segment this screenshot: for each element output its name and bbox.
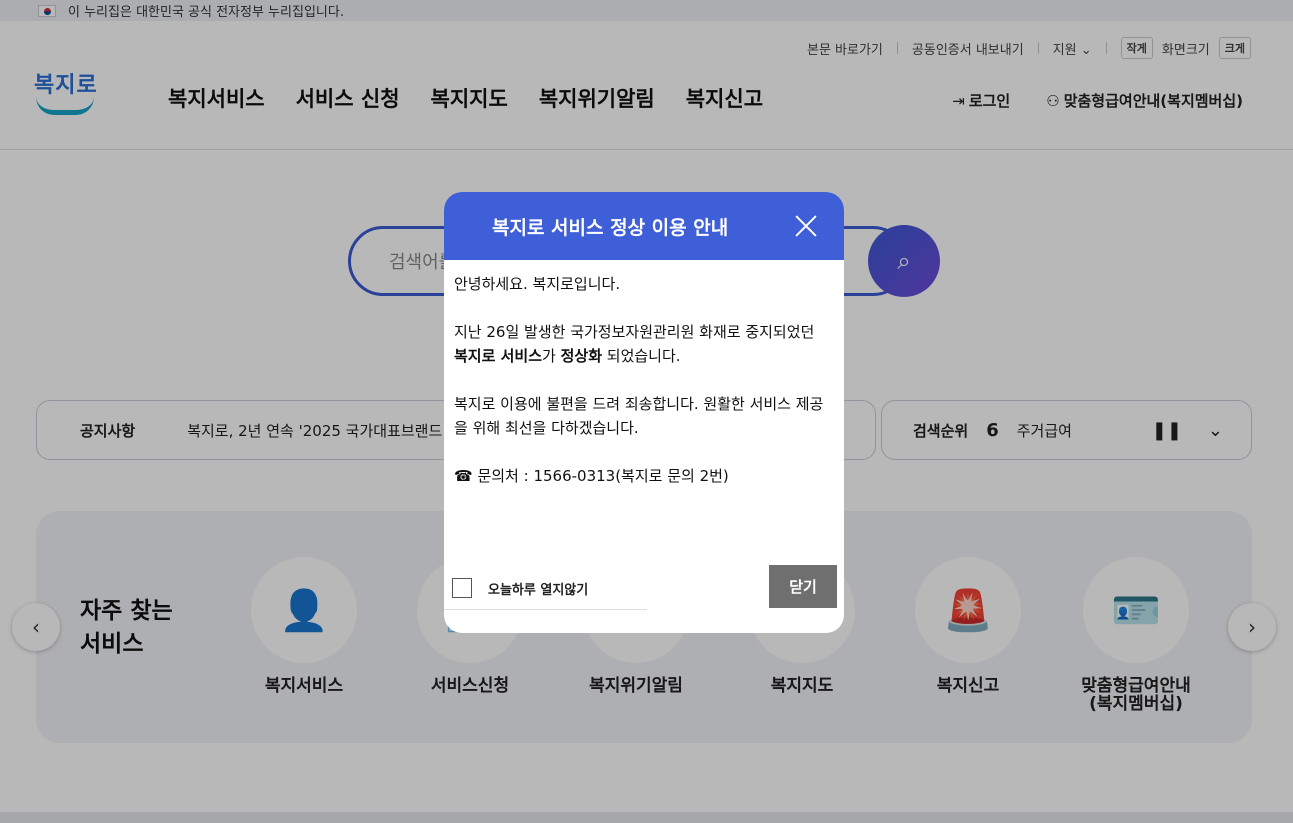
para-bold-service: 복지로 서비스: [454, 347, 543, 365]
para-text: 되었습니다.: [602, 347, 681, 365]
close-icon[interactable]: [794, 214, 818, 238]
dont-show-today-checkbox[interactable]: [452, 578, 472, 598]
close-button[interactable]: 닫기: [769, 565, 837, 608]
para-bold-normalized: 정상화: [560, 347, 603, 365]
para-text: 가: [542, 347, 561, 365]
para-text: 지난 26일 발생한 국가정보자원관리원 화재로 중지되었던: [454, 323, 815, 341]
divider: [444, 609, 647, 610]
modal-header: 복지로 서비스 정상 이용 안내: [444, 192, 844, 260]
modal-title: 복지로 서비스 정상 이용 안내: [492, 216, 729, 239]
notice-modal: 복지로 서비스 정상 이용 안내 안녕하세요. 복지로입니다. 지난 26일 발…: [444, 192, 844, 633]
modal-body: 안녕하세요. 복지로입니다. 지난 26일 발생한 국가정보자원관리원 화재로 …: [444, 260, 844, 488]
dont-show-today-label[interactable]: 오늘하루 열지않기: [488, 579, 588, 598]
modal-greeting: 안녕하세요. 복지로입니다.: [454, 275, 621, 293]
modal-apology: 복지로 이용에 불편을 드려 죄송합니다. 원활한 서비스 제공을 위해 최선을…: [454, 395, 824, 437]
modal-contact: ☎ 문의처 : 1566-0313(복지로 문의 2번): [454, 467, 729, 485]
modal-paragraph-normalized: 지난 26일 발생한 국가정보자원관리원 화재로 중지되었던 복지로 서비스가 …: [454, 320, 834, 368]
modal-footer: 오늘하루 열지않기 닫기: [444, 564, 844, 633]
